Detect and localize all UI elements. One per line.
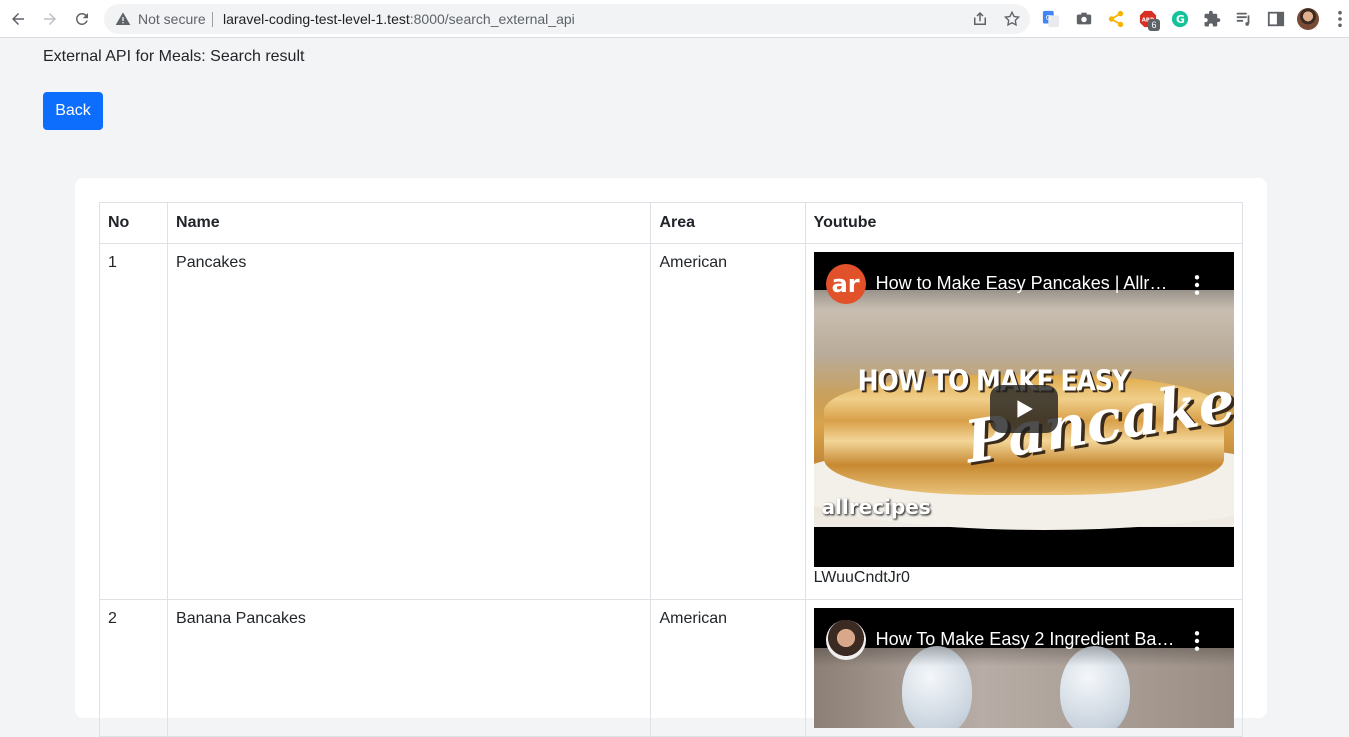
warning-icon[interactable] [115, 11, 131, 27]
media-queue-icon[interactable] [1234, 9, 1254, 29]
video-menu-icon[interactable] [1192, 274, 1202, 296]
video-title[interactable]: How To Make Easy 2 Ingredient Banana Pan… [876, 629, 1176, 650]
url-path: :8000/search_external_api [409, 11, 575, 27]
cell-name: Pancakes [167, 243, 652, 600]
results-table: No Name Area Youtube 1 Pancakes American… [98, 202, 1244, 737]
url-text[interactable]: laravel-coding-test-level-1.test:8000/se… [223, 11, 575, 27]
back-button[interactable]: Back [43, 92, 103, 130]
page-title: External API for Meals: Search result [43, 48, 305, 65]
play-button-icon[interactable] [989, 385, 1058, 433]
bookmark-star-icon[interactable] [1003, 10, 1021, 28]
cell-area: American [650, 243, 806, 600]
reload-icon[interactable] [70, 7, 94, 31]
channel-logo[interactable]: ar [825, 264, 866, 304]
camera-icon[interactable] [1074, 9, 1094, 29]
svg-text:G: G [1046, 13, 1052, 22]
profile-avatar[interactable] [1297, 8, 1319, 30]
back-arrow-icon[interactable] [6, 7, 30, 31]
cell-no: 1 [98, 243, 169, 600]
security-label[interactable]: Not secure [138, 11, 206, 27]
cell-no: 2 [98, 599, 169, 737]
cell-youtube: How To Make Easy 2 Ingredient Banana Pan… [804, 599, 1244, 737]
share-icon[interactable] [971, 10, 989, 28]
google-translate-icon[interactable]: G [1041, 9, 1061, 29]
youtube-embed[interactable]: How To Make Easy 2 Ingredient Banana Pan… [813, 608, 1234, 728]
thumb-brand: allrecipes [821, 495, 931, 519]
adblock-icon[interactable]: ABP 6 [1138, 9, 1160, 31]
header-area: Area [650, 202, 806, 244]
table-row: 1 Pancakes American HOW TO MAKE EASY Pan… [98, 243, 1244, 600]
url-host: laravel-coding-test-level-1.test [223, 11, 410, 27]
cell-youtube: HOW TO MAKE EASY Pancakes allrecipes ar … [804, 243, 1244, 600]
results-card: No Name Area Youtube 1 Pancakes American… [75, 178, 1267, 737]
share-extension-icon[interactable] [1106, 9, 1126, 29]
header-no: No [98, 202, 169, 244]
svg-text:G: G [1176, 13, 1185, 26]
address-bar[interactable]: Not secure laravel-coding-test-level-1.t… [104, 4, 1030, 34]
browser-menu-icon[interactable] [1330, 9, 1349, 29]
video-menu-icon[interactable] [1192, 630, 1202, 652]
youtube-embed[interactable]: HOW TO MAKE EASY Pancakes allrecipes ar … [813, 252, 1234, 567]
extensions-puzzle-icon[interactable] [1202, 9, 1222, 29]
table-row: 2 Banana Pancakes American How To Make E… [98, 599, 1244, 737]
cell-name: Banana Pancakes [167, 599, 652, 737]
adblock-badge: 6 [1148, 19, 1160, 31]
address-divider [212, 12, 213, 27]
channel-logo[interactable] [825, 620, 866, 660]
header-name: Name [167, 202, 652, 244]
video-id: LWuuCndtJr0 [813, 569, 910, 586]
cell-area: American [650, 599, 806, 737]
grammarly-icon[interactable]: G [1170, 9, 1190, 29]
browser-toolbar: Not secure laravel-coding-test-level-1.t… [0, 0, 1349, 38]
forward-arrow-icon[interactable] [38, 7, 62, 31]
table-header-row: No Name Area Youtube [98, 202, 1244, 244]
video-title[interactable]: How to Make Easy Pancakes | Allrecipes [876, 273, 1176, 294]
header-youtube: Youtube [804, 202, 1244, 244]
side-panel-icon[interactable] [1266, 9, 1286, 29]
